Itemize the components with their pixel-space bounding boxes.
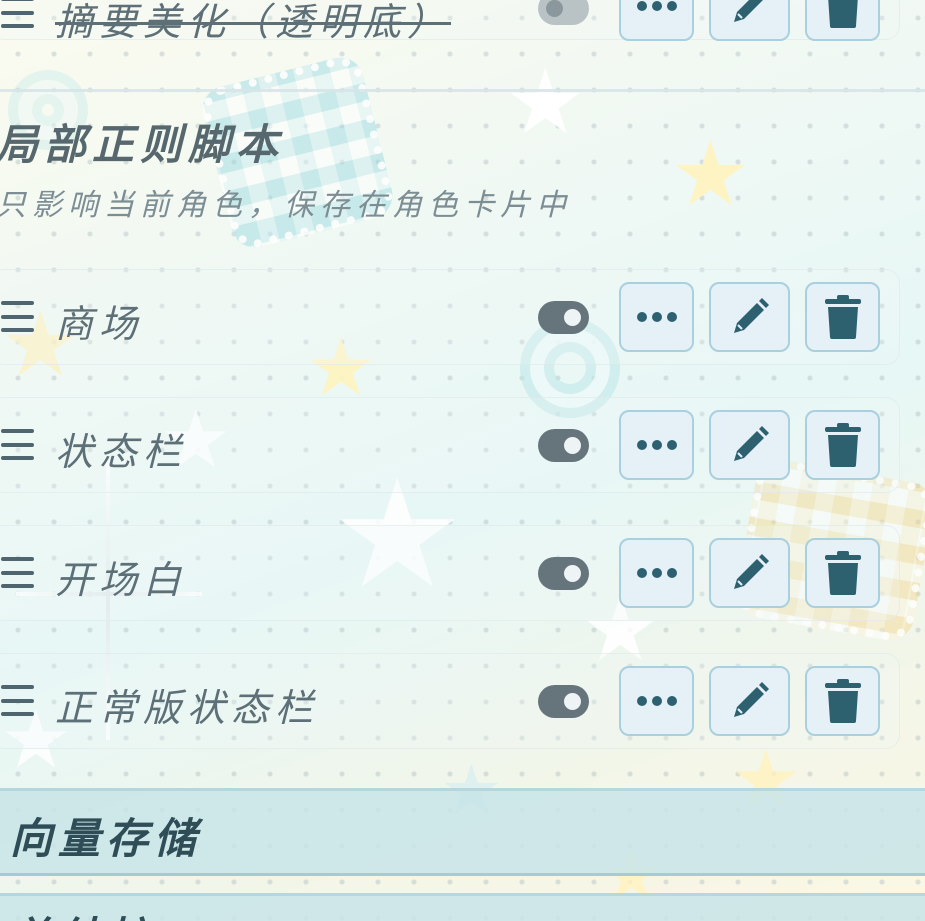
ellipsis-icon <box>636 568 677 578</box>
more-options-button[interactable] <box>619 282 694 352</box>
pencil-icon <box>733 682 769 717</box>
script-enable-toggle[interactable] <box>538 301 589 334</box>
drag-handle-icon[interactable] <box>1 685 34 716</box>
regex-script-row: 摘要美化（透明底） <box>0 0 900 44</box>
regex-script-row: 商场 <box>0 269 900 365</box>
more-options-button[interactable] <box>619 538 694 608</box>
regex-script-label: 正常版状态栏 <box>55 686 320 730</box>
more-options-button[interactable] <box>619 666 694 736</box>
more-options-button[interactable] <box>619 0 694 41</box>
trash-icon <box>824 679 861 723</box>
regex-script-label: 商场 <box>55 302 144 346</box>
pencil-icon <box>733 554 769 589</box>
script-enable-toggle[interactable] <box>538 429 589 462</box>
trash-icon <box>827 0 858 28</box>
ellipsis-icon <box>636 312 677 322</box>
script-enable-toggle[interactable] <box>538 0 589 25</box>
delete-script-button[interactable] <box>805 282 880 352</box>
edit-script-button[interactable] <box>709 666 790 736</box>
ellipsis-icon <box>636 440 677 450</box>
regex-script-row: 正常版状态栏 <box>0 653 900 749</box>
edit-script-button[interactable] <box>709 0 790 41</box>
ellipsis-icon <box>636 696 677 706</box>
regex-script-row: 状态栏 <box>0 397 900 493</box>
drag-handle-icon[interactable] <box>1 429 34 460</box>
local-regex-description: 只影响当前角色，保存在角色卡片中 <box>0 188 572 223</box>
regex-script-label: 状态栏 <box>55 430 188 474</box>
trash-icon <box>824 295 861 339</box>
section-divider <box>0 89 925 92</box>
delete-script-button[interactable] <box>805 666 880 736</box>
edit-script-button[interactable] <box>709 410 790 480</box>
script-enable-toggle[interactable] <box>538 557 589 590</box>
edit-script-button[interactable] <box>709 538 790 608</box>
delete-script-button[interactable] <box>805 0 880 41</box>
regex-script-label: 开场白 <box>55 558 188 602</box>
regex-script-row: 开场白 <box>0 525 900 621</box>
vector-storage-title: 向量存储 <box>10 814 203 863</box>
trash-icon <box>824 423 861 467</box>
edit-script-button[interactable] <box>709 282 790 352</box>
trash-icon <box>824 551 861 595</box>
ellipsis-icon <box>636 1 677 11</box>
drag-handle-icon[interactable] <box>1 557 34 588</box>
regex-script-label: 摘要美化（透明底） <box>55 0 452 44</box>
pencil-icon <box>733 0 763 22</box>
pencil-icon <box>733 426 769 461</box>
more-options-button[interactable] <box>619 410 694 480</box>
drag-handle-icon[interactable] <box>1 0 34 28</box>
next-section-title: 总结扩 <box>10 904 154 921</box>
local-regex-title: 局部正则脚本 <box>0 120 285 169</box>
delete-script-button[interactable] <box>805 410 880 480</box>
next-section-header[interactable]: 总结扩 <box>0 893 925 921</box>
script-enable-toggle[interactable] <box>538 685 589 718</box>
vector-storage-section-header[interactable]: 向量存储 <box>0 788 925 876</box>
delete-script-button[interactable] <box>805 538 880 608</box>
drag-handle-icon[interactable] <box>1 301 34 332</box>
regex-settings-panel: 摘要美化（透明底） 局部正则脚本 只影响当前角色，保存在角色卡片中 商场 状态栏 <box>0 0 925 921</box>
pencil-icon <box>733 298 769 333</box>
